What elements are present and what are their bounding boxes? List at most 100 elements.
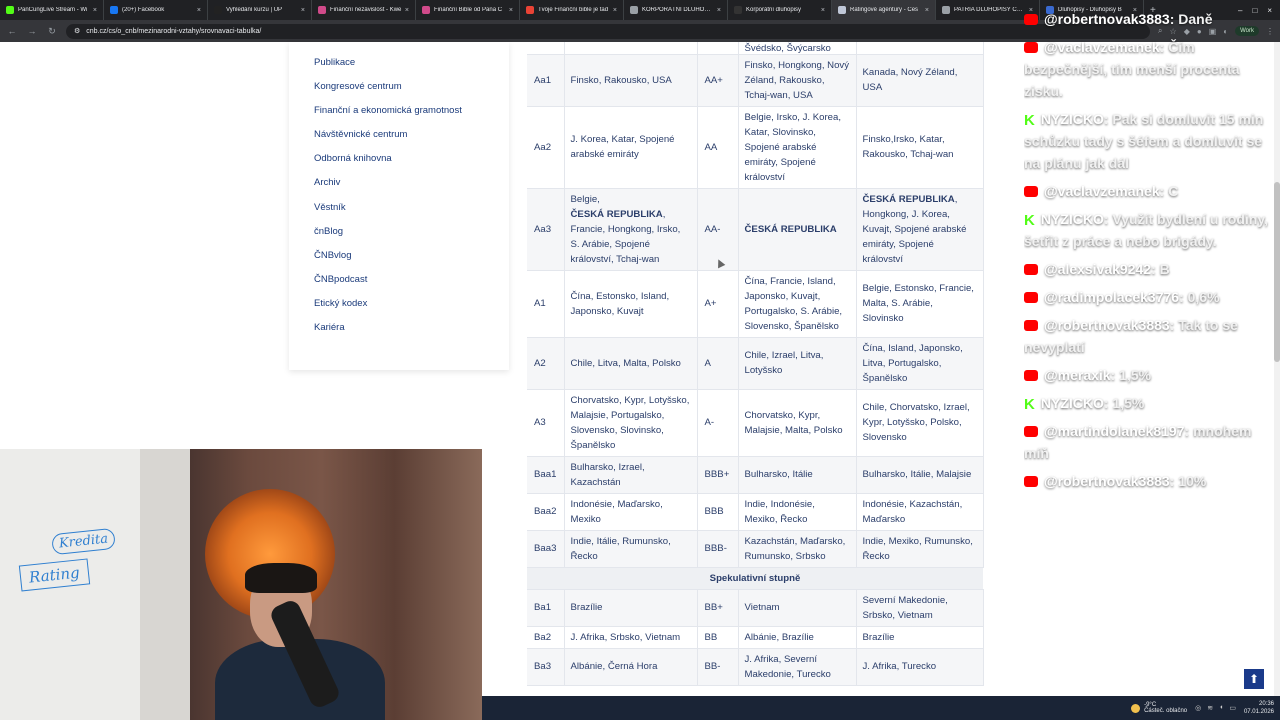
tab-label: Tvoje Finanční bible je tad bbox=[538, 7, 609, 13]
sp-countries: Albánie, Brazílie bbox=[737, 626, 857, 649]
chat-username: NYZICKO bbox=[1040, 111, 1104, 127]
sp-countries: Finsko, Hongkong, Nový Zéland, Rakousko,… bbox=[737, 54, 857, 107]
weather-sun-icon bbox=[1131, 703, 1141, 713]
sp-rating: BB- bbox=[697, 648, 738, 686]
sidebar-link[interactable]: Kongresové centrum bbox=[314, 80, 509, 104]
chat-username: NYZICKO bbox=[1040, 211, 1104, 227]
browser-tab[interactable]: Ratingové agentury - Čes × bbox=[832, 0, 936, 20]
table-row: Baa2 Indonésie, Maďarsko, Mexiko BBB Indie,… bbox=[527, 493, 984, 531]
sidebar-link[interactable]: Etický kodex bbox=[314, 297, 509, 321]
sidebar-link[interactable]: čnBlog bbox=[314, 225, 509, 249]
network-icon[interactable]: ◎ bbox=[1195, 704, 1201, 712]
sidebar-link[interactable]: Publikace bbox=[314, 56, 509, 80]
moody-rating: Ba3 bbox=[527, 648, 564, 686]
back-icon[interactable]: ← bbox=[6, 26, 18, 36]
table-row: Ba3 Albánie, Černá Hora BB- J. Afrika, Seve… bbox=[527, 648, 984, 686]
moody-countries: Finsko, Rakousko, USA bbox=[563, 54, 698, 107]
url-input[interactable]: ⚙ cnb.cz/cs/o_cnb/mezinarodni-vztahy/sro… bbox=[66, 23, 1151, 39]
clock-date: 07.01.2026 bbox=[1243, 709, 1274, 715]
youtube-icon bbox=[1024, 426, 1038, 437]
live-chat-overlay: @robertnovak3883: Daně @vaclavzemanek: Čí… bbox=[1024, 8, 1280, 515]
table-row: Aa1 Finsko, Rakousko, USA AA+ Finsko, Hongk… bbox=[527, 54, 984, 107]
sp-rating: AA bbox=[697, 106, 738, 189]
browser-tab[interactable]: PanCungLive Stream - Wi × bbox=[0, 0, 104, 20]
sidebar-link[interactable]: Finanční a ekonomická gramotnost bbox=[314, 104, 509, 128]
tab-favicon-icon bbox=[318, 6, 326, 14]
sp-countries: J. Afrika, Severní Makedonie, Turecko bbox=[737, 648, 857, 686]
sidebar-link[interactable]: ČNBvlog bbox=[314, 249, 509, 273]
browser-tab[interactable]: KORPORÁTNÍ DLUHOPISY × bbox=[624, 0, 728, 20]
sp-countries: Švédsko, Švýcarsko bbox=[737, 42, 857, 55]
chat-username: @martindolanek8197 bbox=[1044, 423, 1185, 439]
table-row: Aa3 Belgie, ČESKÁ REPUBLIKA, Francie, Hong… bbox=[527, 188, 984, 271]
chat-text: 1,5% bbox=[1112, 395, 1145, 411]
forward-icon[interactable]: → bbox=[26, 26, 38, 36]
clock[interactable]: 20:36 07.01.2026 bbox=[1244, 700, 1274, 716]
fitch-countries: Čína, Island, Japonsko, Litva, Portugals… bbox=[856, 337, 984, 390]
sidebar-link[interactable]: Kariéra bbox=[314, 321, 509, 345]
chat-username: @alexsivak9242 bbox=[1044, 261, 1152, 277]
chat-message: K NYZICKO: Využít bydlení u rodiny, šetři… bbox=[1024, 208, 1280, 252]
tab-close-icon[interactable]: × bbox=[197, 7, 201, 14]
browser-tab[interactable]: Korporátní dluhopisy × bbox=[728, 0, 832, 20]
tab-favicon-icon bbox=[942, 6, 950, 14]
kick-icon: K bbox=[1024, 212, 1035, 229]
sp-countries: Chile, Izrael, Litva, Lotyšsko bbox=[737, 337, 857, 390]
browser-tab[interactable]: Tvoje Finanční bible je tad × bbox=[520, 0, 624, 20]
webcam-overlay: Kredita Rating bbox=[0, 449, 482, 720]
site-info-icon[interactable]: ⚙ bbox=[74, 27, 80, 35]
sidebar-link[interactable]: Návštěvnické centrum bbox=[314, 128, 509, 152]
chat-username: @vaclavzemanek bbox=[1044, 183, 1160, 199]
weather-widget[interactable]: -9°C Částeč. oblačno bbox=[1131, 702, 1187, 714]
sidebar-link[interactable]: Odborná knihovna bbox=[314, 152, 509, 176]
moody-rating: Baa2 bbox=[527, 493, 564, 531]
chat-username: @meraxik bbox=[1044, 367, 1111, 383]
tab-close-icon[interactable]: × bbox=[717, 7, 721, 14]
table-row: Švédsko, Švýcarsko bbox=[527, 42, 984, 55]
tab-close-icon[interactable]: × bbox=[613, 7, 617, 14]
sp-rating: AA+ bbox=[697, 54, 738, 107]
sidebar-link[interactable]: ČNBpodcast bbox=[314, 273, 509, 297]
browser-tab[interactable]: Vyhledání kurzu | ÚP × bbox=[208, 0, 312, 20]
tab-favicon-icon bbox=[526, 6, 534, 14]
moody-rating: Aa1 bbox=[527, 54, 564, 107]
volume-icon[interactable]: ◖ bbox=[1219, 704, 1223, 712]
battery-icon[interactable]: ▭ bbox=[1229, 704, 1236, 712]
tab-close-icon[interactable]: × bbox=[925, 7, 929, 14]
chat-text: 10% bbox=[1178, 473, 1207, 489]
moody-countries: Chorvatsko, Kypr, Lotyšsko, Malajsie, Po… bbox=[563, 389, 698, 457]
tab-close-icon[interactable]: × bbox=[301, 7, 305, 14]
sp-rating: BBB bbox=[697, 493, 738, 531]
fitch-countries: Belgie, Estonsko, Francie, Malta, S. Ará… bbox=[856, 270, 984, 338]
chat-message: @robertnovak3883: Daně bbox=[1024, 8, 1280, 30]
reload-icon[interactable]: ↻ bbox=[46, 26, 58, 37]
sp-countries: Čína, Francie, Island, Japonsko, Kuvajt,… bbox=[737, 270, 857, 338]
browser-tab[interactable]: Finanční nezávislost - Kwe × bbox=[312, 0, 416, 20]
sp-rating: A+ bbox=[697, 270, 738, 338]
tab-close-icon[interactable]: × bbox=[405, 7, 409, 14]
tab-label: Ratingové agentury - Čes bbox=[850, 7, 919, 13]
scroll-to-top-button[interactable]: ⬆ bbox=[1243, 668, 1265, 690]
tab-label: PATRIA DLUHOPISY CESK bbox=[954, 7, 1026, 13]
browser-tab[interactable]: Finanční Bible od Pana Č × bbox=[416, 0, 520, 20]
moody-countries bbox=[563, 42, 698, 55]
fitch-countries: Indie, Mexiko, Rumunsko, Řecko bbox=[856, 530, 984, 568]
chat-message: @robertnovak3883: Tak to se nevyplatí bbox=[1024, 314, 1280, 358]
fitch-countries: Chile, Chorvatsko, Izrael, Kypr, Lotyšsk… bbox=[856, 389, 984, 457]
browser-tab[interactable]: (20+) Facebook × bbox=[104, 0, 208, 20]
moody-countries: Brazílie bbox=[563, 589, 698, 627]
wifi-icon[interactable]: ≋ bbox=[1207, 704, 1213, 712]
system-tray: -9°C Částeč. oblačno ◎ ≋ ◖ ▭ 20:36 07.01… bbox=[1131, 696, 1280, 720]
tab-close-icon[interactable]: × bbox=[509, 7, 513, 14]
chat-message: @vaclavzemanek: Čím bezpečnější, tím men… bbox=[1024, 36, 1280, 102]
moody-countries: J. Afrika, Srbsko, Vietnam bbox=[563, 626, 698, 649]
tab-favicon-icon bbox=[838, 6, 846, 14]
table-row: Baa3 Indie, Itálie, Rumunsko, Řecko BBB- Ka… bbox=[527, 530, 984, 568]
table-row: A2 Chile, Litva, Malta, Polsko A Chile, Izr… bbox=[527, 337, 984, 390]
sidebar-link[interactable]: Věstník bbox=[314, 201, 509, 225]
tab-close-icon[interactable]: × bbox=[821, 7, 825, 14]
chat-username: @radimpolacek3776 bbox=[1044, 289, 1180, 305]
chat-username: NYZICKO bbox=[1040, 395, 1104, 411]
sidebar-link[interactable]: Archiv bbox=[314, 176, 509, 200]
tab-close-icon[interactable]: × bbox=[93, 7, 97, 14]
